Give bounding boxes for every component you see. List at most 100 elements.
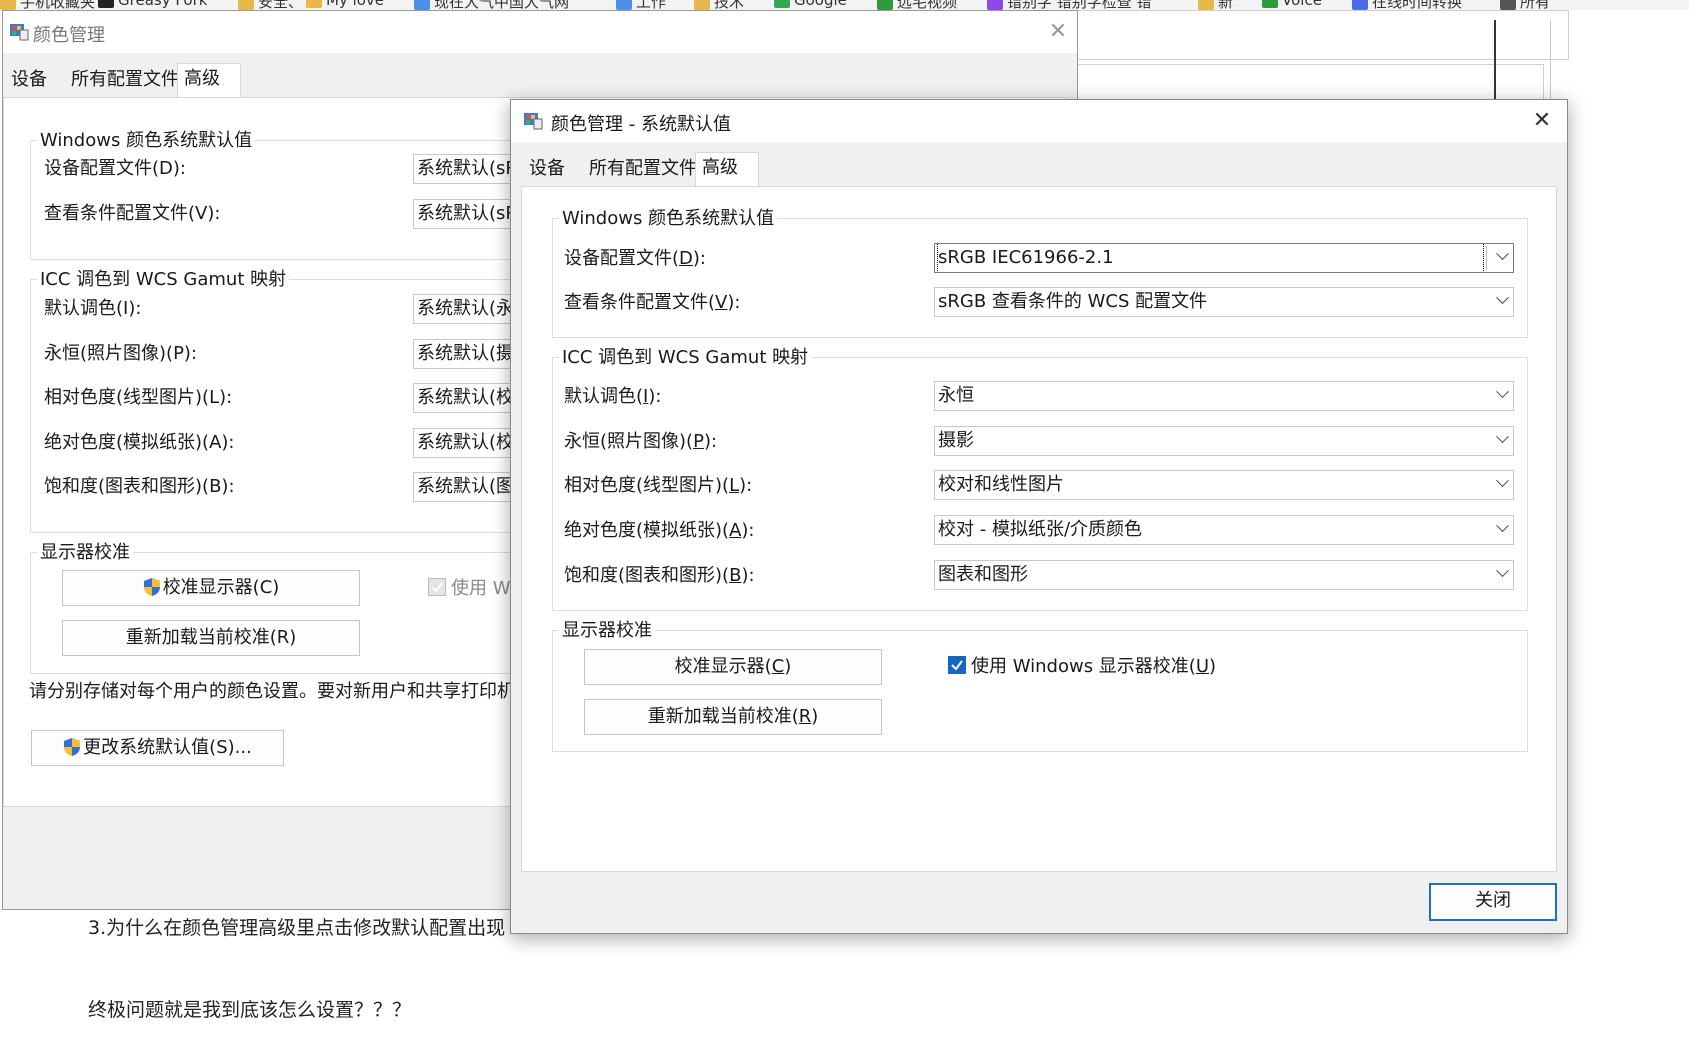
bookmark-label: 工作 (636, 0, 667, 10)
button-label: 校准显示器(C) (162, 577, 280, 598)
bookmark-icon (987, 0, 1003, 10)
viewing-conditions-label: 查看条件配置文件(V): (564, 292, 741, 313)
bookmark-label: Google (794, 0, 847, 9)
saturation-label: 饱和度(图表和图形)(B): (44, 476, 235, 497)
close-button[interactable]: 关闭 (1429, 883, 1557, 921)
bookmark-label: 现在大气中国大气网 (434, 0, 570, 10)
bookmark-item[interactable]: 远宅视频 (877, 0, 957, 10)
uac-shield-icon (143, 578, 160, 596)
calibrate-display-button[interactable]: 校准显示器(C) (62, 570, 360, 606)
bookmark-icon (0, 0, 16, 10)
bookmark-item[interactable]: 新 (1198, 0, 1233, 10)
windows-defaults-group: Windows 颜色系统默认值 (552, 204, 1528, 338)
bookmark-item[interactable]: Google (774, 0, 847, 9)
bookmark-item[interactable]: 安全、 (238, 0, 303, 10)
bookmark-icon (306, 0, 322, 8)
bookmark-item[interactable]: Voice (1262, 0, 1322, 9)
bookmark-icon (414, 0, 430, 10)
use-windows-calibration-checkbox[interactable] (428, 578, 446, 596)
bookmark-label: 所有 (1520, 0, 1551, 10)
saturation-dropdown[interactable]: 图表和图形 (934, 560, 1514, 590)
reload-calibration-button[interactable]: 重新加载当前校准(R) (584, 699, 882, 735)
background-textbox (1050, 10, 1569, 60)
chevron-down-icon (1496, 385, 1509, 399)
button-label: 更改系统默认值(S)... (83, 737, 252, 758)
background-page-right: ， (1050, 8, 1689, 112)
bookmark-icon (694, 0, 710, 10)
close-icon[interactable]: ✕ (1043, 17, 1073, 47)
group-legend: Windows 颜色系统默认值 (37, 126, 256, 152)
absolute-colorimetric-dropdown[interactable]: 校对 - 模拟纸张/介质颜色 (934, 515, 1514, 545)
bookmark-label: 技术 (714, 0, 745, 10)
relative-colorimetric-label: 相对色度(线型图片)(L): (564, 475, 753, 496)
calibrate-display-button[interactable]: 校准显示器(C) (584, 649, 882, 685)
bookmark-item[interactable]: 手机收藏夹 (0, 0, 95, 10)
reload-calibration-button[interactable]: 重新加载当前校准(R) (62, 620, 360, 656)
bookmark-item[interactable]: 所有 (1500, 0, 1550, 10)
change-system-defaults-button[interactable]: 更改系统默认值(S)... (31, 730, 284, 766)
tab-devices[interactable]: 设备 (523, 154, 571, 186)
chevron-down-icon (1496, 474, 1509, 488)
perceptual-label: 永恒(照片图像)(P): (564, 431, 718, 452)
tab-all-profiles[interactable]: 所有配置文件 (65, 65, 185, 97)
bookmark-item[interactable]: 在线时间转换 (1352, 0, 1462, 10)
chevron-down-icon (1496, 430, 1509, 444)
color-management-app-icon (10, 24, 29, 41)
bookmark-item[interactable]: 工作 (616, 0, 666, 10)
dropdown-value: sRGB IEC61966-2.1 (937, 244, 1484, 272)
bookmark-icon (774, 0, 790, 8)
bookmark-item[interactable]: 技术 (694, 0, 744, 10)
bookmark-item[interactable]: 现在大气中国大气网 (414, 0, 569, 10)
background-question: 3.为什么在颜色管理高级里点击修改默认配置出现 (88, 917, 506, 939)
viewing-conditions-dropdown[interactable]: sRGB 查看条件的 WCS 配置文件 (934, 287, 1514, 317)
group-legend: 显示器校准 (559, 616, 655, 642)
bookmark-item[interactable]: My love (306, 0, 384, 9)
group-legend: ICC 调色到 WCS Gamut 映射 (37, 265, 290, 291)
bookmark-icon (877, 0, 893, 10)
absolute-colorimetric-label: 绝对色度(模拟纸张)(A): (44, 432, 235, 453)
title-bar: 颜色管理 ✕ (3, 11, 1077, 53)
group-legend: 显示器校准 (37, 538, 133, 564)
close-icon[interactable]: ✕ (1527, 106, 1557, 136)
tab-advanced[interactable]: 高级 (695, 152, 759, 187)
group-legend: Windows 颜色系统默认值 (559, 204, 778, 230)
chevron-down-icon (1496, 291, 1509, 305)
dropdown-value: sRGB 查看条件的 WCS 配置文件 (938, 291, 1208, 312)
saturation-label: 饱和度(图表和图形)(B): (564, 565, 755, 586)
tab-devices[interactable]: 设备 (5, 65, 53, 97)
bookmark-label: 安全、 (258, 0, 304, 10)
bookmark-icon (1198, 0, 1214, 10)
chevron-down-icon (1496, 519, 1509, 533)
uac-shield-icon (64, 738, 81, 756)
use-windows-calibration-checkbox[interactable] (948, 656, 966, 674)
bookmark-label: 手机收藏夹 (20, 0, 96, 10)
device-profile-dropdown[interactable]: sRGB IEC61966-2.1 (934, 243, 1514, 273)
bookmark-icon (98, 0, 114, 8)
tab-panel-advanced: Windows 颜色系统默认值 设备配置文件(D): sRGB IEC61966… (521, 186, 1557, 872)
tab-strip: 设备 所有配置文件 高级 (3, 63, 1077, 98)
dropdown-value: 永恒 (938, 385, 974, 406)
title-bar: 颜色管理 - 系统默认值 ✕ (511, 100, 1567, 142)
device-profile-label: 设备配置文件(D): (44, 158, 186, 179)
background-scrollbar (1494, 20, 1496, 110)
window-title: 颜色管理 (33, 25, 105, 46)
perceptual-label: 永恒(照片图像)(P): (44, 343, 198, 364)
default-intent-label: 默认调色(I): (44, 298, 142, 319)
checkmark-icon (951, 660, 963, 671)
tab-all-profiles[interactable]: 所有配置文件 (583, 154, 703, 186)
relative-colorimetric-dropdown[interactable]: 校对和线性图片 (934, 470, 1514, 500)
chevron-down-icon (1496, 564, 1509, 578)
dropdown-value: 校对 - 模拟纸张/介质颜色 (938, 519, 1143, 540)
dropdown-separator (1486, 246, 1487, 270)
absolute-colorimetric-label: 绝对色度(模拟纸张)(A): (564, 520, 755, 541)
bookmark-item[interactable]: Greasy Fork (98, 0, 207, 9)
perceptual-dropdown[interactable]: 摄影 (934, 426, 1514, 456)
tab-advanced[interactable]: 高级 (177, 63, 241, 98)
bookmarks-bar: 手机收藏夹 Greasy Fork 安全、 My love 现在大气中国大气网 工作 技术 G… (0, 0, 1689, 10)
dropdown-value: 校对和线性图片 (938, 474, 1064, 495)
background-final-question: 终极问题就是我到底该怎么设置？？？ (88, 999, 412, 1021)
chevron-down-icon (1496, 247, 1509, 261)
default-intent-dropdown[interactable]: 永恒 (934, 381, 1514, 411)
bookmark-label: 新 (1218, 0, 1234, 10)
background-divider (1550, 20, 1551, 110)
